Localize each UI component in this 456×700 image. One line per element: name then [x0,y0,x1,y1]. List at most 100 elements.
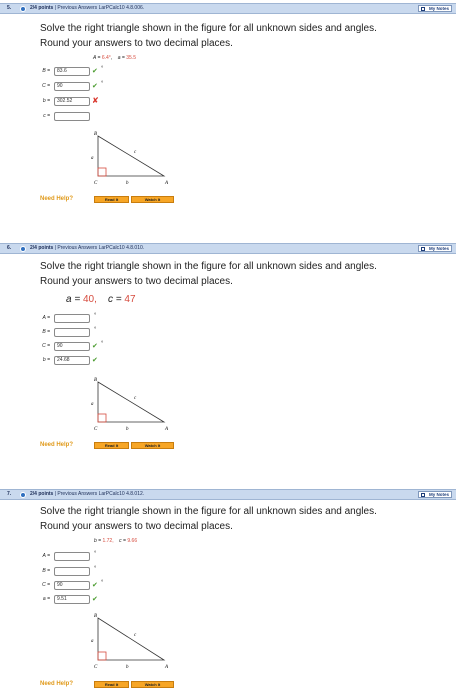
problem-5: 5. 2/4 points | Previous Answers LarPCal… [0,0,456,240]
vertex-label-C: C [94,181,98,186]
vertex-label-B: B [94,378,97,383]
given-value: 35.5 [126,55,136,61]
triangle-figure: B C A a b c [91,378,169,432]
answer-label: B = [42,568,50,574]
answer-input[interactable]: 83.6 [54,67,90,76]
answer-input[interactable] [54,314,90,323]
side-label-c: c [134,396,137,401]
problem-meta: 2/4 points | Previous Answers LarPCalc10… [30,245,145,251]
problem-number: 7. [7,491,12,497]
read-it-button[interactable]: Read It [94,442,129,449]
answer-label: a = [42,596,50,602]
answer-label: B = [42,68,50,74]
my-notes-button[interactable]: My Notes [418,245,452,252]
given-value: 40, [82,294,97,305]
points-label: 2/4 points [30,491,54,497]
notes-icon [421,7,425,11]
answer-label: C = [42,83,50,89]
answer-input[interactable]: 302.52 [54,97,90,106]
vertex-label-B: B [94,132,97,137]
answer-label: A = [42,553,50,559]
vertex-label-A: A [164,427,169,432]
degree-unit: ° [101,66,104,72]
problem-header: 5. 2/4 points | Previous Answers LarPCal… [0,3,456,14]
answer-label: A = [42,315,50,321]
degree-unit: ° [101,580,104,586]
side-label-b: b [126,181,129,186]
watch-it-button[interactable]: Watch It [131,196,174,203]
need-help-label: Need Help? [40,196,74,202]
degree-unit: ° [94,327,97,333]
previous-answers-link[interactable]: Previous Answers [57,5,97,11]
problem-header: 6. 2/4 points | Previous Answers LarPCal… [0,243,456,254]
degree-unit: ° [94,566,97,572]
status-dot-icon [20,6,26,12]
question-line: Round your answers to two decimal places… [40,276,233,287]
answer-label: b = [42,98,50,104]
my-notes-label: My Notes [428,6,449,11]
given-value: 1.72, [102,538,114,544]
given-label: A = [93,55,102,61]
my-notes-label: My Notes [428,492,449,497]
answer-label: b = [42,357,50,363]
question-line: Solve the right triangle shown in the fi… [40,23,377,34]
answer-input[interactable] [54,328,90,337]
vertex-label-B: B [94,614,97,619]
side-label-b: b [126,427,129,432]
need-help-label: Need Help? [40,681,74,687]
degree-unit: ° [94,551,97,557]
previous-answers-link[interactable]: Previous Answers [57,491,97,497]
side-label-c: c [134,150,137,155]
vertex-label-C: C [94,427,98,432]
vertex-label-A: A [164,665,169,670]
points-label: 2/4 points [30,5,54,11]
given-label: a = [117,55,127,61]
problem-id: LarPCalc10 4.8.012. [98,491,145,497]
check-icon: ✔ [92,596,98,603]
problem-header: 7. 2/4 points | Previous Answers LarPCal… [0,489,456,500]
watch-it-button[interactable]: Watch It [131,442,174,449]
given-values: b = 1.72, c = 9.66 [94,538,137,544]
side-label-b: b [126,665,129,670]
given-label: a = [66,294,83,305]
question-line: Solve the right triangle shown in the fi… [40,506,377,517]
problem-number: 5. [7,5,12,11]
question-line: Round your answers to two decimal places… [40,38,233,49]
answer-label: B = [42,329,50,335]
watch-it-button[interactable]: Watch It [131,681,174,688]
notes-icon [421,493,425,497]
question-text: Solve the right triangle shown in the fi… [40,21,377,51]
degree-unit: ° [101,81,104,87]
answer-input[interactable] [54,112,90,121]
my-notes-button[interactable]: My Notes [418,5,452,12]
answer-label: c = [43,113,50,119]
previous-answers-link[interactable]: Previous Answers [57,245,97,251]
degree-unit: ° [101,341,104,347]
answer-input[interactable] [54,567,90,576]
given-value: 47 [124,294,136,305]
answer-input[interactable]: 90 [54,342,90,351]
answer-label: C = [42,582,50,588]
vertex-label-C: C [94,665,98,670]
read-it-button[interactable]: Read It [94,196,129,203]
question-line: Round your answers to two decimal places… [40,521,233,532]
read-it-button[interactable]: Read It [94,681,129,688]
given-value: 9.66 [127,538,138,544]
notes-icon [421,247,425,251]
problem-id: LarPCalc10 4.8.010. [98,245,145,251]
answer-input[interactable]: 90 [54,581,90,590]
problem-6: 6. 2/4 points | Previous Answers LarPCal… [0,240,456,486]
answer-input[interactable] [54,552,90,561]
triangle-figure: B C A a b c [91,614,169,670]
answer-input[interactable]: 9.51 [54,595,90,604]
given-value: 6.4° [101,55,111,61]
given-values: a = 40, c = 47 [66,294,136,305]
problem-meta: 2/4 points | Previous Answers LarPCalc10… [30,5,145,11]
answer-input[interactable]: 90 [54,82,90,91]
triangle-figure: B C A a b c [91,132,169,186]
vertex-label-A: A [164,181,169,186]
answer-input[interactable]: 24.68 [54,356,90,365]
side-label-c: c [134,633,137,638]
my-notes-button[interactable]: My Notes [418,491,452,498]
given-label: c = [108,294,125,305]
